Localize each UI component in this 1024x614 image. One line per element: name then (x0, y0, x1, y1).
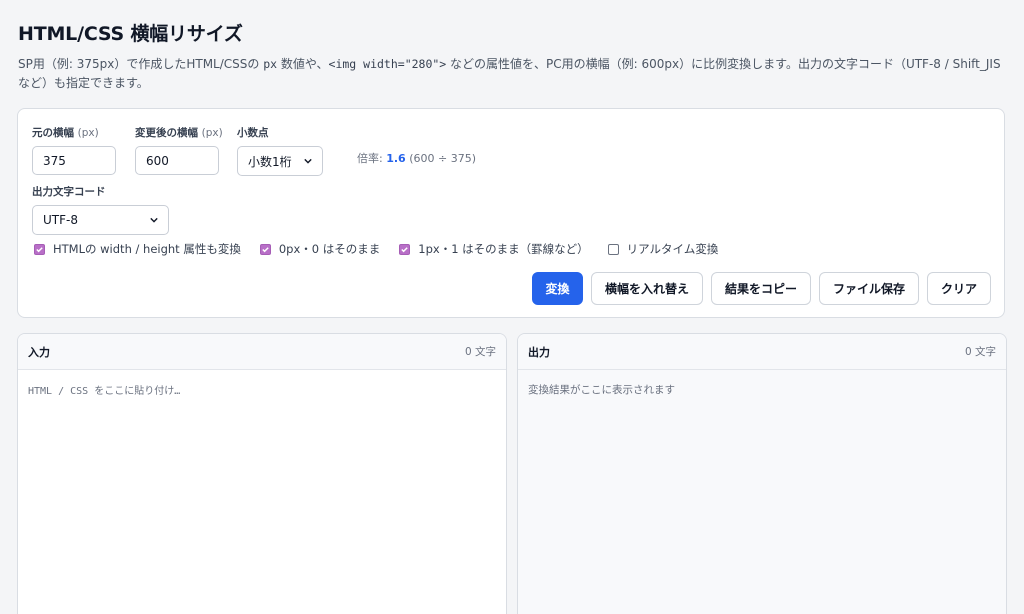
swap-width-button[interactable]: 横幅を入れ替え (591, 272, 703, 305)
ratio-display: 倍率: 1.6 (600 ÷ 375) (357, 150, 476, 166)
target-width-label: 変更後の横幅 (px) (135, 127, 223, 139)
option-keep-zero[interactable]: 0px・0 はそのまま (259, 241, 381, 257)
encoding-selected: UTF-8 (43, 213, 78, 227)
input-pane-title: 入力 (28, 345, 50, 359)
ratio-value: 1.6 (386, 152, 406, 165)
decimals-label: 小数点 (237, 127, 269, 139)
convert-button[interactable]: 変換 (532, 272, 583, 305)
checkbox-empty[interactable] (607, 243, 619, 255)
encoding-field: 出力文字コード UTF-8 (32, 184, 169, 235)
output-placeholder: 変換結果がここに表示されます (528, 384, 675, 396)
option-convert-attributes[interactable]: HTMLの width / height 属性も変換 (34, 241, 241, 257)
target-width-input[interactable] (135, 146, 219, 175)
action-buttons: 変換 横幅を入れ替え 結果をコピー ファイル保存 クリア (532, 272, 991, 305)
ratio-detail: (600 ÷ 375) (409, 152, 477, 165)
input-pane-header: 入力 0 文字 (18, 334, 506, 370)
encoding-select[interactable]: UTF-8 (32, 205, 169, 235)
chevron-down-icon (150, 217, 158, 223)
app-root: HTML/CSS 横幅リサイズ SP用（例: 375px）で作成したHTML/C… (0, 0, 1024, 614)
input-textarea[interactable]: HTML / CSS をここに貼り付け… (18, 370, 506, 409)
output-char-count: 0 文字 (964, 346, 996, 358)
check-icon[interactable] (259, 243, 271, 255)
output-pane: 出力 0 文字 変換結果がここに表示されます (517, 333, 1007, 614)
check-icon[interactable] (399, 243, 411, 255)
source-width-field: 元の横幅 (px) (32, 125, 116, 175)
clear-button[interactable]: クリア (927, 272, 991, 305)
copy-result-button[interactable]: 結果をコピー (711, 272, 811, 305)
output-pane-title: 出力 (528, 345, 550, 359)
decimals-select[interactable]: 小数1桁 (237, 146, 323, 176)
decimals-field: 小数点 小数1桁 (237, 125, 323, 176)
option-label: 0px・0 はそのまま (278, 242, 381, 256)
option-label: HTMLの width / height 属性も変換 (53, 242, 241, 256)
encoding-label: 出力文字コード (32, 186, 106, 198)
input-pane: 入力 0 文字 HTML / CSS をここに貼り付け… (17, 333, 507, 614)
option-realtime[interactable]: リアルタイム変換 (607, 241, 719, 257)
source-width-input[interactable] (32, 146, 116, 175)
decimals-selected: 小数1桁 (248, 154, 292, 169)
output-pane-header: 出力 0 文字 (518, 334, 1006, 370)
save-file-button[interactable]: ファイル保存 (819, 272, 919, 305)
option-keep-one[interactable]: 1px・1 はそのまま（罫線など） (399, 241, 589, 257)
target-width-field: 変更後の横幅 (px) (135, 125, 223, 175)
ratio-prefix: 倍率: (357, 152, 383, 165)
check-icon[interactable] (34, 243, 45, 255)
input-char-count: 0 文字 (464, 346, 496, 358)
chevron-down-icon (304, 158, 312, 164)
output-area[interactable]: 変換結果がここに表示されます (518, 370, 1006, 409)
page-description: SP用（例: 375px）で作成したHTML/CSSの px 数値や、<img … (18, 57, 1001, 90)
settings-panel: 元の横幅 (px) 変更後の横幅 (px) 小数点 小数1桁 倍率: 1.6 (… (17, 108, 1005, 318)
page-title: HTML/CSS 横幅リサイズ (18, 23, 243, 45)
options-row: HTMLの width / height 属性も変換 0px・0 はそのまま 1… (34, 241, 737, 257)
source-width-label: 元の横幅 (px) (32, 127, 99, 139)
option-label: 1px・1 はそのまま（罫線など） (418, 242, 589, 256)
option-label: リアルタイム変換 (626, 242, 719, 256)
input-placeholder: HTML / CSS をここに貼り付け… (28, 386, 181, 397)
